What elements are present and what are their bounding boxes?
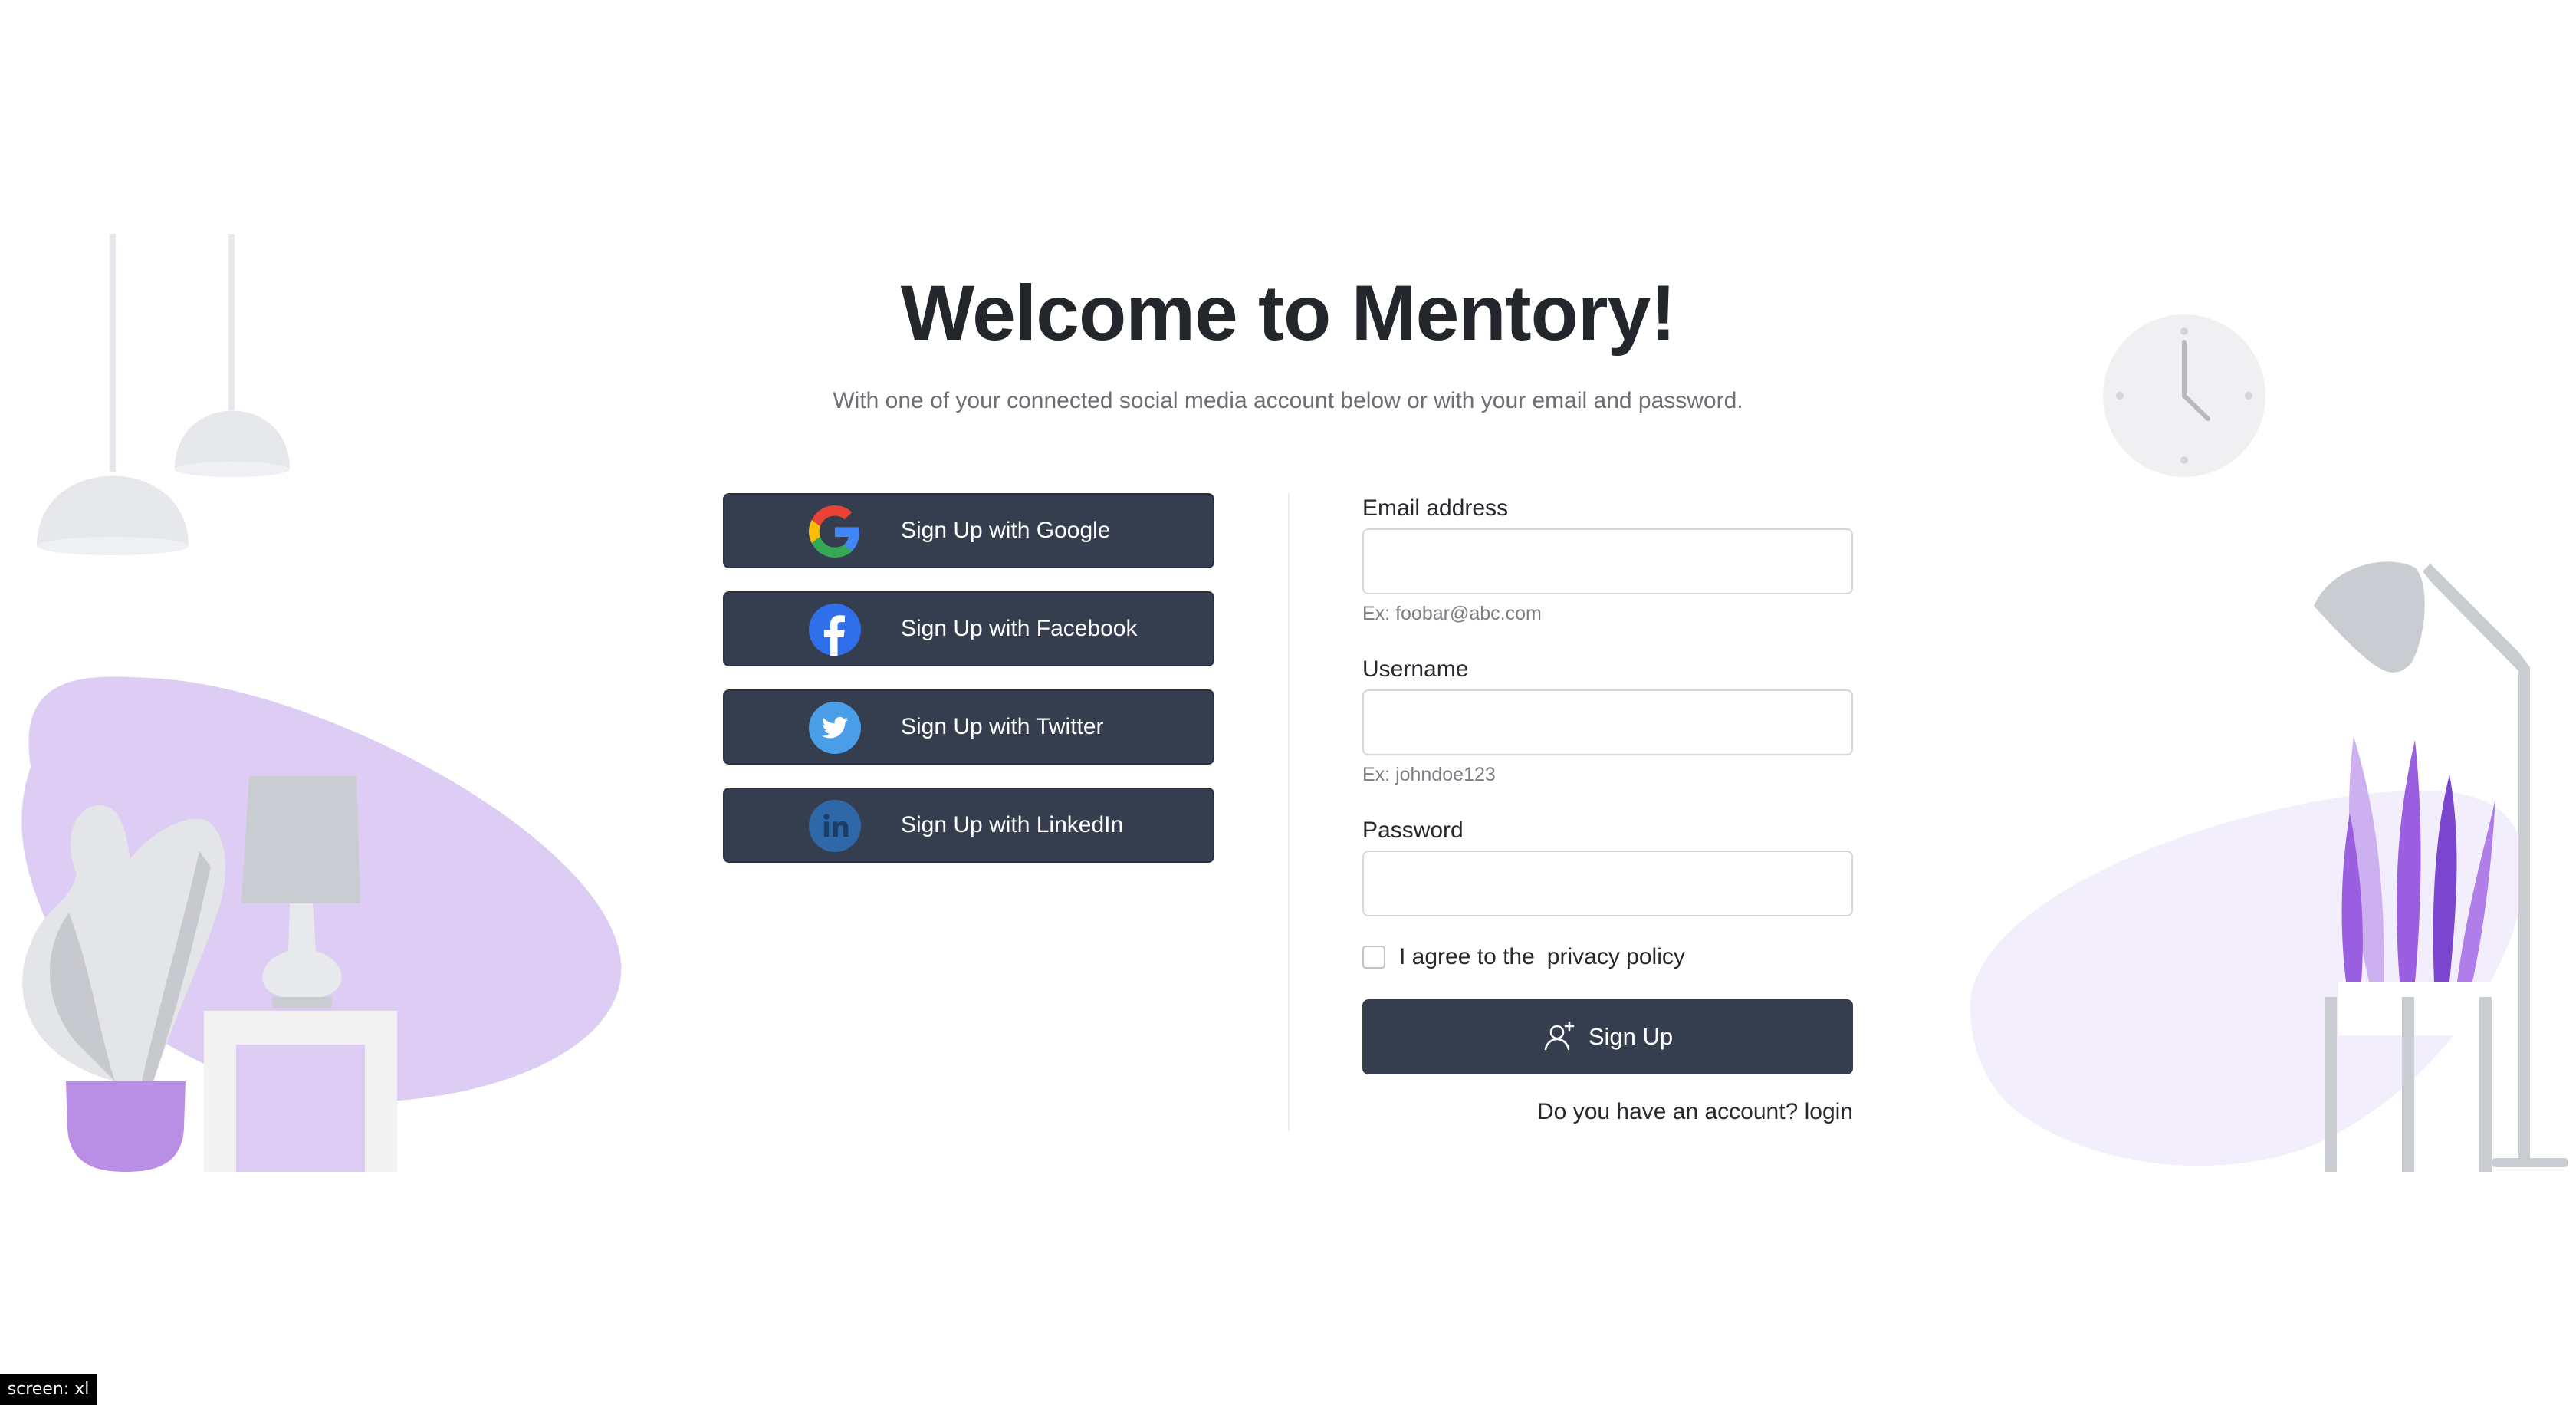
password-group: Password xyxy=(1362,815,1853,916)
page-subtitle: With one of your connected social media … xyxy=(833,388,1743,413)
privacy-policy-link[interactable]: privacy policy xyxy=(1547,944,1685,970)
email-group: Email address Ex: foobar@abc.com xyxy=(1362,493,1853,627)
column-divider xyxy=(1288,493,1290,1131)
login-prompt-text: Do you have an account? xyxy=(1537,1099,1799,1124)
pendant-lamp-small xyxy=(175,410,290,469)
floor-lamp-shade xyxy=(2314,561,2425,673)
password-input[interactable] xyxy=(1362,851,1853,916)
facebook-signup-button[interactable]: Sign Up with Facebook xyxy=(723,591,1214,666)
twitter-icon xyxy=(809,702,861,754)
user-plus-icon xyxy=(1544,1021,1575,1051)
pendant-lamp-large xyxy=(37,475,189,546)
login-link[interactable]: login xyxy=(1805,1099,1853,1124)
google-signup-label: Sign Up with Google xyxy=(901,518,1111,543)
login-prompt: Do you have an account? login xyxy=(1537,1099,1853,1125)
twitter-signup-label: Sign Up with Twitter xyxy=(901,714,1104,739)
social-signup-list: Sign Up with Google Sign Up with Faceboo… xyxy=(723,493,1214,886)
email-input[interactable] xyxy=(1362,528,1853,594)
table-lamp-shade xyxy=(242,776,360,903)
username-input[interactable] xyxy=(1362,689,1853,755)
privacy-checkbox[interactable] xyxy=(1362,946,1385,969)
plant-pot xyxy=(66,1081,186,1172)
google-icon xyxy=(809,505,859,558)
signup-button[interactable]: Sign Up xyxy=(1362,999,1853,1074)
twitter-signup-button[interactable]: Sign Up with Twitter xyxy=(723,689,1214,765)
username-group: Username Ex: johndoe123 xyxy=(1362,654,1853,788)
facebook-signup-label: Sign Up with Facebook xyxy=(901,616,1138,641)
username-label: Username xyxy=(1362,656,1469,682)
linkedin-icon xyxy=(809,800,861,852)
facebook-icon xyxy=(809,604,861,656)
screen-size-badge: screen: xl xyxy=(0,1374,97,1405)
email-hint: Ex: foobar@abc.com xyxy=(1362,603,1542,624)
agree-text: I agree to the xyxy=(1399,944,1535,969)
privacy-agreement: I agree to the privacy policy xyxy=(1362,942,1685,972)
email-label: Email address xyxy=(1362,495,1509,521)
password-label: Password xyxy=(1362,818,1464,843)
linkedin-signup-label: Sign Up with LinkedIn xyxy=(901,812,1124,837)
signup-button-label: Sign Up xyxy=(1588,1023,1674,1050)
page-title: Welcome to Mentory! xyxy=(900,269,1677,357)
google-signup-button[interactable]: Sign Up with Google xyxy=(723,493,1214,568)
linkedin-signup-button[interactable]: Sign Up with LinkedIn xyxy=(723,788,1214,863)
username-hint: Ex: johndoe123 xyxy=(1362,764,1496,785)
